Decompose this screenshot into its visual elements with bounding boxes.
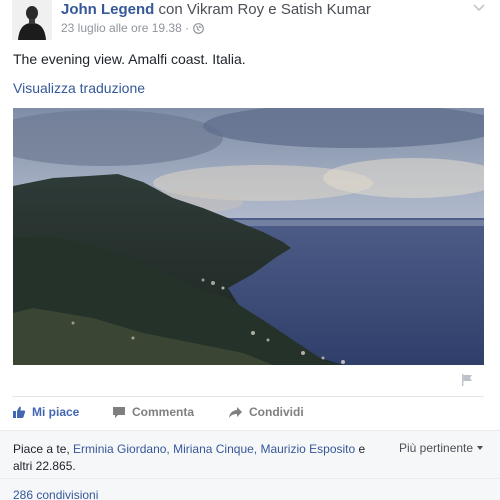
flag-icon[interactable] [460,373,474,387]
shares-summary: 286 condivisioni [0,478,500,500]
chevron-down-icon[interactable] [472,0,486,12]
divider [12,396,484,397]
share-label: Condividi [249,405,304,419]
post-meta: 23 luglio alle ore 19.38 · [61,21,204,35]
facebook-post: John Legend con Vikram Roy e Satish Kuma… [0,0,500,500]
shares-link[interactable]: 286 condivisioni [13,488,98,500]
post-photo[interactable] [13,108,484,365]
action-bar: Mi piace Commenta Condividi [12,398,484,426]
tagged-user-2[interactable]: Satish Kumar [281,1,371,18]
and-word: e [268,1,277,18]
author-name[interactable]: John Legend [61,1,154,18]
sort-label: Più pertinente [399,441,474,455]
likes-summary: Piace a te, Erminia Giordano, Miriana Ci… [0,430,500,478]
globe-icon[interactable] [193,22,204,34]
likes-names[interactable]: Erminia Giordano, Miriana Cinque, Mauriz… [73,442,355,456]
author-line: John Legend con Vikram Roy e Satish Kuma… [61,1,371,18]
sort-dropdown[interactable]: Più pertinente [399,441,484,455]
thumbs-up-icon [13,406,26,418]
post-text: The evening view. Amalfi coast. Italia. [13,51,246,67]
translate-link[interactable]: Visualizza traduzione [13,80,145,96]
likes-prefix: Piace a te, [13,442,74,456]
with-word: con [158,1,183,18]
share-icon [229,406,242,418]
like-button[interactable]: Mi piace [12,398,79,426]
likes-text: Piace a te, Erminia Giordano, Miriana Ci… [13,441,385,475]
avatar[interactable] [12,0,52,40]
comment-icon [113,406,125,418]
comment-label: Commenta [132,405,195,419]
like-label: Mi piace [32,405,80,419]
comment-button[interactable]: Commenta [112,398,194,426]
caret-down-icon [477,446,484,450]
tagged-user-1[interactable]: Vikram Roy [187,1,264,18]
share-button[interactable]: Condividi [228,398,304,426]
timestamp[interactable]: 23 luglio alle ore 19.38 · [61,21,189,35]
